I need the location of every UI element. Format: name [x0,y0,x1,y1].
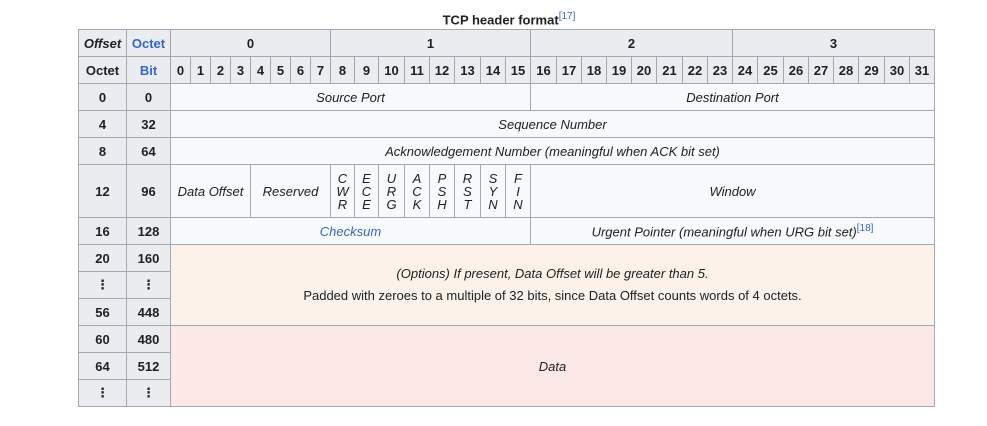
table-row: 60 480 Data [78,325,935,407]
bit-header: 3 [230,56,251,84]
window-field: Window [530,164,935,218]
table-row: 12 96 Data Offset Reserved CWR ECE URG A… [78,164,935,218]
flag-rst: RST [454,164,481,218]
table-row: 4 32 Sequence Number [78,110,935,138]
data-field: Data [170,325,935,407]
octet-0-header: 0 [170,29,331,57]
flag-psh: PSH [429,164,455,218]
options-field: (Options) If present, Data Offset will b… [170,244,935,326]
bit-header: 12 [429,56,455,84]
row-octet: 20 [78,244,127,272]
row-octet: 56 [78,298,127,326]
bit-header: 0 [170,56,191,84]
row-bit: 448 [126,298,171,326]
bit-header: 24 [732,56,758,84]
row-bit: 160 [126,244,171,272]
bit-header: 6 [290,56,311,84]
checksum-link[interactable]: Checksum [320,224,381,239]
table-caption: TCP header format[17] [78,9,940,28]
options-line-1: (Options) If present, Data Offset will b… [396,266,709,281]
bit-header: 30 [884,56,910,84]
bit-header: 17 [556,56,582,84]
data-offset-field: Data Offset [170,164,251,218]
bit-header: 29 [858,56,885,84]
bit-header: 20 [631,56,657,84]
bit-header: 22 [682,56,708,84]
caption-reference-link[interactable]: [17] [559,11,576,22]
row-bit: 480 [126,325,171,353]
bit-header: 11 [404,56,430,84]
bit-header: 19 [606,56,632,84]
row-octet: 60 [78,325,127,353]
row-bit: 512 [126,352,171,380]
row-bit: ⋮ [126,379,171,407]
urgent-pointer-label: Urgent Pointer (meaningful when URG bit … [591,224,857,240]
row-bit: 96 [126,164,171,218]
octet-3-header: 3 [732,29,935,57]
bit-header: 25 [757,56,784,84]
bit-header: 5 [270,56,291,84]
row-octet: ⋮ [78,379,127,407]
urgent-pointer-field: Urgent Pointer (meaningful when URG bit … [530,217,935,245]
tcp-header-table: Offset Octet 0 1 2 3 Octet Bit 0 1 2 3 4… [78,29,935,407]
octet-header-link[interactable]: Octet [126,29,171,57]
acknowledgement-number-field: Acknowledgement Number (meaningful when … [170,137,935,165]
sequence-number-field: Sequence Number [170,110,935,138]
caption-text: TCP header format [442,12,559,28]
row-octet: 4 [78,110,127,138]
row-bit: 0 [126,83,171,111]
bit-header: 21 [656,56,683,84]
flag-ece: ECE [354,164,379,218]
options-line-2: Padded with zeroes to a multiple of 32 b… [303,288,802,303]
urgent-pointer-reference-link[interactable]: [18] [857,223,874,234]
octet-header-row: Offset Octet 0 1 2 3 [78,29,935,57]
row-bit: 128 [126,217,171,245]
octet-1-header: 1 [330,29,531,57]
flag-ack: ACK [404,164,430,218]
table-row: 8 64 Acknowledgement Number (meaningful … [78,137,935,165]
bit-header: 31 [909,56,935,84]
row-bit: 32 [126,110,171,138]
bit-header: 14 [480,56,506,84]
bit-header: 27 [808,56,834,84]
row-octet: 8 [78,137,127,165]
bit-header: 13 [454,56,481,84]
row-octet: 0 [78,83,127,111]
octet-row-label: Octet [78,56,127,84]
bit-header: 16 [530,56,557,84]
row-octet: 16 [78,217,127,245]
bit-header: 2 [210,56,231,84]
flag-syn: SYN [480,164,506,218]
bit-header: 28 [833,56,859,84]
row-octet: ⋮ [78,271,127,299]
row-bit: 64 [126,137,171,165]
destination-port-field: Destination Port [530,83,935,111]
bit-header-row: Octet Bit 0 1 2 3 4 5 6 7 8 9 10 11 12 1… [78,56,935,84]
bit-header: 18 [581,56,607,84]
octet-2-header: 2 [530,29,733,57]
bit-header-link[interactable]: Bit [126,56,171,84]
bit-header: 8 [330,56,355,84]
row-bit: ⋮ [126,271,171,299]
table-row: 0 0 Source Port Destination Port [78,83,935,111]
reserved-field: Reserved [250,164,331,218]
checksum-field: Checksum [170,217,531,245]
flag-fin: FIN [505,164,531,218]
bit-header: 9 [354,56,379,84]
row-octet: 64 [78,352,127,380]
bit-header: 10 [378,56,405,84]
bit-header: 7 [310,56,331,84]
table-row: 16 128 Checksum Urgent Pointer (meaningf… [78,217,935,245]
source-port-field: Source Port [170,83,531,111]
offset-header: Offset [78,29,127,57]
bit-header: 23 [707,56,733,84]
table-row: 20 160 (Options) If present, Data Offset… [78,244,935,326]
flag-cwr: CWR [330,164,355,218]
bit-header: 26 [783,56,809,84]
bit-header: 4 [250,56,271,84]
flag-urg: URG [378,164,405,218]
bit-header: 1 [190,56,211,84]
bit-header: 15 [505,56,531,84]
row-octet: 12 [78,164,127,218]
